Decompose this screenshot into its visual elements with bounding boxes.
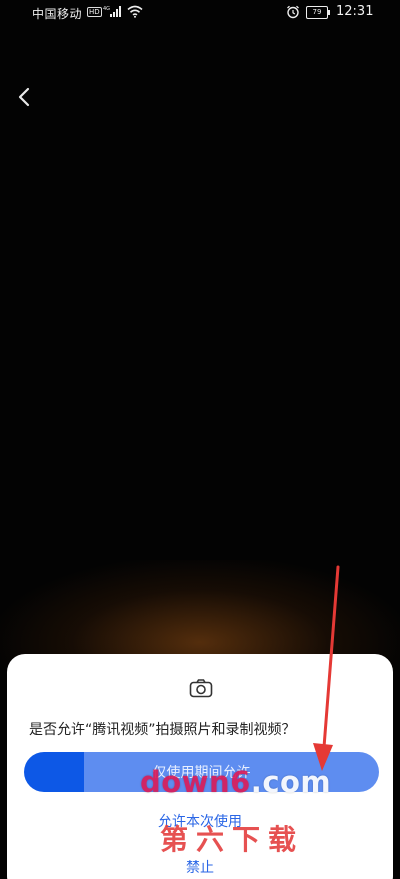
svg-text:4G: 4G: [103, 6, 110, 12]
back-arrow-icon[interactable]: [14, 86, 36, 108]
wifi-icon: [127, 5, 143, 18]
watermark-site-name: 第六下载: [160, 823, 305, 856]
camera-screen: 中国移动 HD 4G 79 12:31 是否允许“腾讯视频”拍摄照片和录制视频？…: [0, 0, 400, 879]
status-bar: 中国移动 HD 4G 79 12:31: [0, 0, 400, 24]
annotation-arrow: [313, 565, 340, 771]
watermark-url-prefix: down6: [140, 765, 251, 799]
alarm-icon: [287, 5, 299, 19]
carrier-name: 中国移动: [32, 7, 83, 21]
watermark-url: down6.com: [140, 765, 331, 799]
battery-indicator: 79: [306, 6, 330, 19]
signal-icon: 4G: [103, 6, 121, 17]
deny-button[interactable]: 禁止: [7, 857, 393, 877]
watermark-url-suffix: .com: [250, 765, 332, 799]
hd-badge: HD: [87, 7, 102, 17]
status-time: 12:31: [336, 4, 374, 19]
camera-icon: [189, 679, 213, 698]
